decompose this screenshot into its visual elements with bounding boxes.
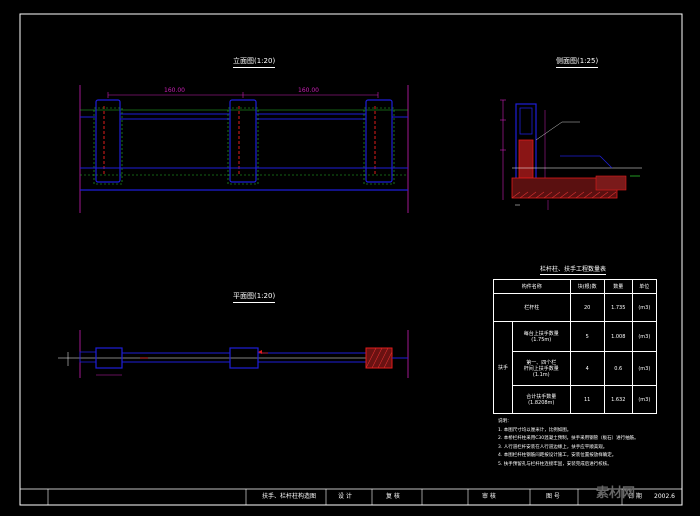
elev-handrail-left [119,113,231,120]
table-header-qty: 数量 [603,279,633,294]
elev-dim-left: 160.00 [164,87,185,94]
elev-post-2 [229,99,257,183]
table-row: 栏杆柱 20 1.735 (m3) [493,293,658,322]
plan-title: 平面图(1:20) [233,291,275,303]
watermark-logo: 素材网 [596,486,636,501]
table-header-unit: 单位 [631,279,658,294]
plan-view [58,330,409,378]
notes-block: 说明： 1. 本图尺寸均以厘米计，比例如图。 2. 本桥栏杆柱采用C30混凝土预… [498,418,639,469]
plan-rail-stub [79,351,97,363]
drawing-name: 扶手、栏杆柱构造图 [262,493,317,500]
notes-heading: 说明： [498,419,512,424]
table-group-label: 扶手 [493,321,513,414]
plan-rail-right [257,352,367,363]
elevation-title: 立面图(1:20) [233,56,275,68]
approve-label: 审 核 [482,493,496,500]
table-row: 扶手 每台上扶手数量 (1.75m) 5 1.008 (m3) [493,321,658,414]
drawing-sheet: 立面图(1:20) 侧面图(1:25) 平面图(1:20) 160.00 160… [0,0,700,512]
note-item: 1. 本图尺寸均以厘米计，比例如图。 [498,427,572,433]
note-item: 2. 本桥栏杆柱采用C30混凝土预制，扶手采用钢管（板石）进行抽筋。 [498,436,639,441]
side-post-section [518,139,534,179]
elev-post-3 [365,99,393,183]
table-title: 栏杆柱、扶手工程数量表 [540,266,607,273]
sheet-number-label: 图 号 [546,493,560,500]
side-view [500,99,642,210]
table-row: 第一、四个栏 杆间上扶手数量 (1.1m) 4 0.6 (m3) [494,351,658,386]
review-label: 复 核 [386,493,400,500]
table-header-name: 构件名称 [493,279,571,294]
design-label: 设 计 [338,493,352,500]
table-header-count: 块(根)数 [569,279,605,294]
plan-post-3-section [365,347,393,369]
elev-handrail-right [255,113,367,120]
note-item: 5. 扶手预留孔与栏杆柱连接牢固，安装完成后进行校核。 [498,461,612,467]
side-view-title: 侧面图(1:25) [556,56,598,68]
date-value: 2002.6 [654,493,675,500]
elev-dim-right: 160.00 [298,87,319,94]
quantity-table: 构件名称 块(根)数 数量 单位 栏杆柱 20 1.735 (m3) 扶手 每台… [493,279,658,414]
note-item: 3. 人行道栏杆安装在人行道边缘上，扶手应平顺美观。 [498,444,608,450]
plan-rail-left [121,352,231,363]
elevation-view [79,85,409,213]
note-item: 4. 本图栏杆柱钢筋间距按设计施工，安装位置按放样确定。 [498,453,617,458]
table-row: 合计扶手数量 (1.8208m) 11 1.632 (m3) [494,385,658,414]
elev-post-1 [95,99,121,183]
